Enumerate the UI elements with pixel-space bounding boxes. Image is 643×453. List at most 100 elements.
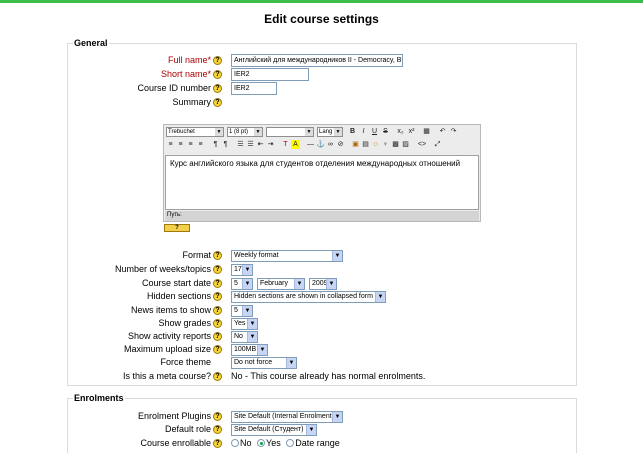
align-right-icon[interactable]: ≡ bbox=[186, 140, 195, 149]
help-icon[interactable]: ? bbox=[213, 345, 222, 354]
radio-yes[interactable] bbox=[257, 439, 266, 447]
chevron-down-icon: ▼ bbox=[286, 358, 296, 368]
help-icon[interactable]: ? bbox=[213, 319, 222, 328]
help-icon[interactable]: ? bbox=[213, 439, 222, 448]
meta-course-row: Is this a meta course? ? No - This cours… bbox=[68, 370, 578, 384]
enrol-plugins-value: Site Default (Internal Enrolment) bbox=[234, 413, 334, 420]
underline-button[interactable]: U bbox=[370, 127, 379, 136]
spellcheck-icon[interactable]: ▨ bbox=[401, 140, 410, 149]
hidden-sections-select[interactable]: Hidden sections are shown in collapsed f… bbox=[231, 291, 386, 303]
link-icon[interactable]: ∞ bbox=[326, 140, 335, 149]
undo-button[interactable]: ↶ bbox=[438, 127, 447, 136]
align-left-icon[interactable]: ≡ bbox=[166, 140, 175, 149]
full-name-input[interactable]: Английский для международников II - Demo… bbox=[231, 54, 403, 67]
help-icon[interactable]: ? bbox=[213, 279, 222, 288]
show-grades-value: Yes bbox=[234, 320, 246, 327]
summary-editor: Trebuchet ▼ 1 (8 pt) ▼ ▼ Lang ▼ B I U S x₂ … bbox=[163, 124, 481, 222]
help-icon[interactable]: ? bbox=[213, 292, 222, 301]
bold-button[interactable]: B bbox=[348, 127, 357, 136]
short-name-input[interactable]: IER2 bbox=[231, 68, 309, 81]
start-date-row: Course start date ? 5 ▼ February ▼ 2009 ▼ bbox=[68, 277, 578, 291]
chevron-down-icon: ▼ bbox=[242, 265, 252, 275]
start-day-select[interactable]: 5 ▼ bbox=[231, 278, 253, 290]
radio-no[interactable] bbox=[231, 439, 239, 447]
align-center-icon[interactable]: ≡ bbox=[176, 140, 185, 149]
html-source-icon[interactable]: <> bbox=[416, 140, 428, 149]
start-month-value: February bbox=[260, 280, 289, 287]
language-select[interactable]: Lang ▼ bbox=[317, 127, 343, 137]
help-icon[interactable]: ? bbox=[213, 372, 222, 381]
enrollable-no-option[interactable]: No bbox=[231, 438, 252, 448]
ordered-list-icon[interactable]: ☰ bbox=[236, 140, 245, 149]
font-size-select[interactable]: 1 (8 pt) ▼ bbox=[227, 127, 263, 137]
summary-row: Summary ? bbox=[68, 96, 578, 110]
superscript-button[interactable]: x² bbox=[407, 127, 416, 136]
format-label: Format bbox=[182, 250, 211, 260]
show-grades-select[interactable]: Yes ▼ bbox=[231, 318, 258, 330]
show-reports-select[interactable]: No ▼ bbox=[231, 331, 258, 343]
italic-button[interactable]: I bbox=[359, 127, 368, 136]
indent-icon[interactable]: ⇥ bbox=[266, 140, 275, 149]
search-replace-icon[interactable]: ▩ bbox=[391, 140, 400, 149]
course-id-input[interactable]: IER2 bbox=[231, 82, 277, 95]
help-icon[interactable]: ? bbox=[213, 265, 222, 274]
summary-label: Summary bbox=[172, 97, 211, 107]
rtl-icon[interactable]: ¶ bbox=[221, 140, 230, 149]
help-icon[interactable]: ? bbox=[213, 84, 222, 93]
smiley-icon[interactable]: ☺ bbox=[371, 140, 380, 149]
start-year-select[interactable]: 2009 ▼ bbox=[309, 278, 337, 290]
course-id-label: Course ID number bbox=[137, 83, 211, 93]
help-icon[interactable]: ? bbox=[213, 425, 222, 434]
help-icon[interactable]: ? bbox=[213, 251, 222, 260]
font-family-select[interactable]: Trebuchet ▼ bbox=[166, 127, 224, 137]
enrol-plugins-label: Enrolment Plugins bbox=[137, 411, 211, 421]
summary-text-area[interactable]: Курс английского языка для студентов отд… bbox=[165, 155, 479, 210]
style-select[interactable]: ▼ bbox=[266, 127, 314, 137]
insert-table-icon[interactable]: ▤ bbox=[361, 140, 370, 149]
start-month-select[interactable]: February ▼ bbox=[257, 278, 305, 290]
news-items-value: 5 bbox=[234, 307, 238, 314]
insert-image-icon[interactable]: ▣ bbox=[351, 140, 360, 149]
redo-button[interactable]: ↷ bbox=[449, 127, 458, 136]
radio-yes-label: Yes bbox=[266, 438, 281, 448]
format-select[interactable]: Weekly format ▼ bbox=[231, 250, 343, 262]
radio-date-range[interactable] bbox=[286, 439, 295, 447]
highlight-color-icon[interactable]: A bbox=[291, 140, 300, 149]
enrollable-date-range-option[interactable]: Date range bbox=[286, 438, 340, 448]
editor-help-icon[interactable]: ? bbox=[164, 224, 190, 232]
chevron-down-icon: ▼ bbox=[332, 412, 342, 422]
num-sections-row: Number of weeks/topics ? 17 ▼ bbox=[68, 263, 578, 277]
force-theme-select[interactable]: Do not force ▼ bbox=[231, 357, 297, 369]
ltr-icon[interactable]: ¶ bbox=[211, 140, 220, 149]
strikethrough-button[interactable]: S bbox=[381, 127, 390, 136]
help-icon[interactable]: ? bbox=[213, 412, 222, 421]
clean-word-button[interactable]: ▦ bbox=[422, 127, 431, 136]
default-role-row: Default role ? Site Default (Студент) ▼ bbox=[68, 423, 578, 437]
chevron-down-icon: ▼ bbox=[294, 279, 304, 289]
anchor-icon[interactable]: ⚓ bbox=[316, 140, 325, 149]
general-section: General Full name* ? Английский для межд… bbox=[67, 38, 578, 386]
help-icon[interactable]: ? bbox=[213, 98, 222, 107]
enrol-plugins-select[interactable]: Site Default (Internal Enrolment) ▼ bbox=[231, 411, 343, 423]
fullscreen-icon[interactable]: ⤢ bbox=[433, 140, 442, 149]
help-icon[interactable]: ? bbox=[213, 56, 222, 65]
max-upload-select[interactable]: 100MB ▼ bbox=[231, 344, 268, 356]
help-icon[interactable]: ? bbox=[213, 306, 222, 315]
special-char-icon[interactable]: ♀ bbox=[381, 140, 390, 149]
subscript-button[interactable]: x₂ bbox=[396, 127, 405, 136]
default-role-select[interactable]: Site Default (Студент) ▼ bbox=[231, 424, 317, 436]
news-items-row: News items to show ? 5 ▼ bbox=[68, 304, 578, 318]
text-color-icon[interactable]: T bbox=[281, 140, 290, 149]
radio-no-label: No bbox=[240, 438, 252, 448]
justify-icon[interactable]: ≡ bbox=[196, 140, 205, 149]
start-day-value: 5 bbox=[234, 280, 238, 287]
enrollable-yes-option[interactable]: Yes bbox=[257, 438, 281, 448]
horizontal-rule-icon[interactable]: — bbox=[306, 140, 315, 149]
help-icon[interactable]: ? bbox=[213, 332, 222, 341]
outdent-icon[interactable]: ⇤ bbox=[256, 140, 265, 149]
unlink-icon[interactable]: ⊘ bbox=[336, 140, 345, 149]
unordered-list-icon[interactable]: ☰ bbox=[246, 140, 255, 149]
help-icon[interactable]: ? bbox=[213, 70, 222, 79]
news-items-select[interactable]: 5 ▼ bbox=[231, 305, 253, 317]
num-sections-select[interactable]: 17 ▼ bbox=[231, 264, 253, 276]
